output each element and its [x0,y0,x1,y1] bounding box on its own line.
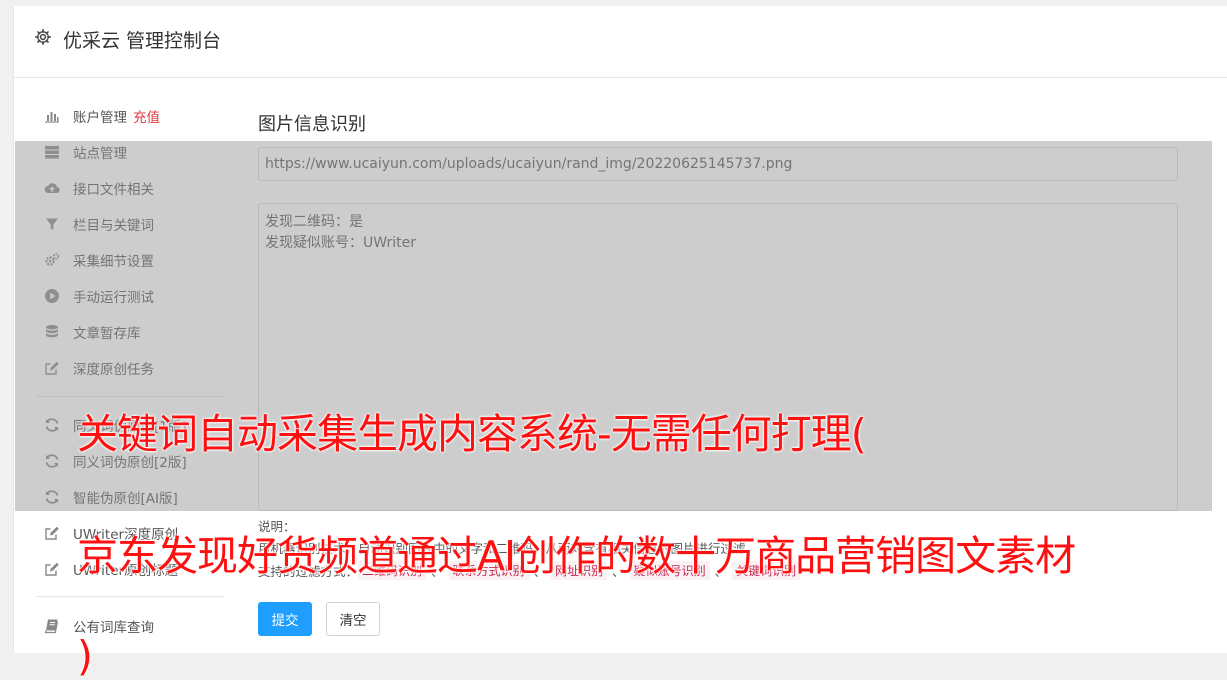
sidebar-item-interface-files[interactable]: 接口文件相关 [44,178,154,198]
submit-button[interactable]: 提交 [258,602,312,636]
recognition-result-textarea[interactable]: 发现二维码：是 发现疑似账号：UWriter [258,203,1178,511]
sidebar-item-ai-rewrite[interactable]: 智能伪原创[AI版] [44,487,178,507]
app-title: 优采云 管理控制台 [63,30,222,52]
sidebar-item-label: 账户管理 [73,110,127,126]
bar-chart-icon [45,112,59,123]
page-title: 图片信息识别 [258,114,366,135]
overlay-caption-line3: ) [77,632,93,680]
sidebar-divider [36,596,224,597]
database-icon [46,325,58,338]
sidebar-item-label: 采集细节设置 [73,254,154,270]
sidebar-item-collect-settings[interactable]: 采集细节设置 [44,250,154,270]
refresh-icon [45,418,59,432]
edit-icon [45,562,59,576]
refresh-icon [45,490,59,504]
sidebar-item-article-storage[interactable]: 文章暂存库 [44,322,141,342]
gear-icon [35,29,51,45]
recharge-link[interactable]: 充值 [133,106,160,126]
sidebar-item-label: 深度原创任务 [73,362,154,378]
clear-button[interactable]: 清空 [326,602,380,636]
edit-icon [45,361,59,375]
image-url-input[interactable] [258,147,1178,181]
book-icon [44,619,59,634]
overlay-caption-line2: 京东发现好货频道通过AI创作的数十万商品营销图文素材 [77,532,1076,580]
result-line: 发现疑似账号：UWriter [265,235,416,251]
cogs-icon [45,253,60,266]
sidebar-item-label: 接口文件相关 [73,182,154,198]
sidebar-item-sites[interactable]: 站点管理 [44,142,127,162]
cloud-upload-icon [44,183,60,194]
sidebar-item-label: 智能伪原创[AI版] [73,491,178,507]
overlay-caption-line1: 关键词自动采集生成内容系统-无需任何打理( [77,410,867,458]
sidebar-item-public-lexicon[interactable]: 公有词库查询 [44,616,154,636]
result-line: 发现二维码：是 [265,214,363,230]
sidebar-item-columns-keywords[interactable]: 栏目与关键词 [44,214,154,234]
sidebar-item-label: 栏目与关键词 [73,218,154,234]
sidebar-item-manual-run[interactable]: 手动运行测试 [44,286,154,306]
filter-icon [46,218,58,230]
edit-icon [45,526,59,540]
sidebar-item-label: 手动运行测试 [73,290,154,306]
play-circle-icon [45,289,59,303]
refresh-icon [45,454,59,468]
sidebar-item-account[interactable]: 账户管理 充值 [44,106,160,126]
sidebar-item-deep-original[interactable]: 深度原创任务 [44,358,154,378]
sidebar-divider [36,396,224,397]
server-icon [45,146,59,159]
sidebar-item-label: 文章暂存库 [73,326,141,342]
sidebar-item-label: 站点管理 [73,146,127,162]
